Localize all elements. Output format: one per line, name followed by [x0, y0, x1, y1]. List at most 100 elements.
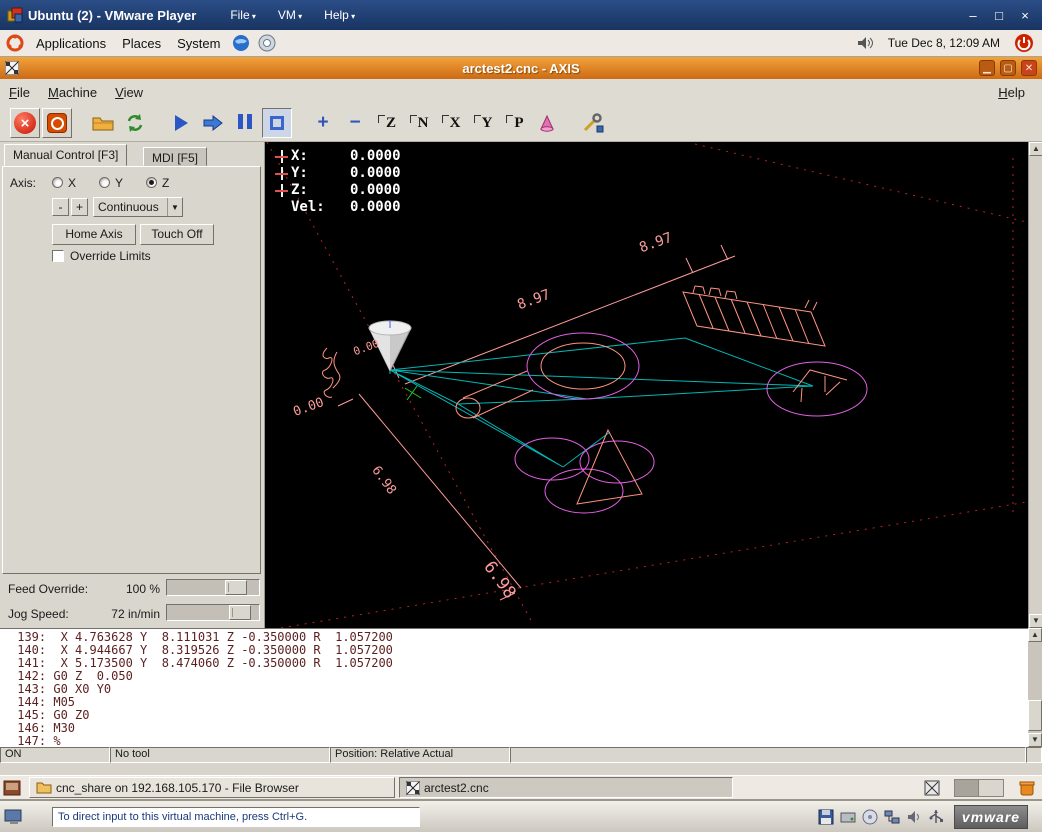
zoom-out-button[interactable]: [340, 108, 370, 138]
override-limits-checkbox[interactable]: [52, 250, 64, 262]
gcode-line[interactable]: 145: G0 Z0: [10, 709, 1028, 722]
scroll-down-icon[interactable]: [1029, 614, 1042, 628]
axis-window: arctest2.cnc - AXIS ▁ ▢ ✕ File Machine V…: [0, 57, 1042, 763]
run-program-button[interactable]: [166, 108, 196, 138]
preview-scrollbar[interactable]: [1028, 142, 1042, 628]
jog-speed-slider-handle[interactable]: [229, 605, 251, 620]
scroll-up-icon[interactable]: [1028, 628, 1042, 642]
axis-crosshair-icon: [275, 184, 288, 197]
view-side-button[interactable]: X: [436, 108, 466, 138]
rapid-move-lines: [389, 337, 814, 468]
axis-minimize-icon[interactable]: ▁: [979, 60, 995, 76]
view-perspective-button[interactable]: P: [500, 108, 530, 138]
usb-icon[interactable]: [928, 809, 944, 825]
logout-power-icon[interactable]: [1014, 33, 1034, 53]
gnome-menu-places[interactable]: Places: [114, 32, 169, 55]
view-rotated-top-button[interactable]: N: [404, 108, 434, 138]
panel-clock[interactable]: Tue Dec 8, 12:09 AM: [888, 36, 1000, 50]
gnome-menu-applications[interactable]: Applications: [28, 32, 114, 55]
stop-icon: [270, 116, 284, 130]
resize-grip[interactable]: [1026, 747, 1042, 763]
view-front-button[interactable]: Y: [468, 108, 498, 138]
jog-minus-button[interactable]: -: [52, 198, 69, 216]
jog-speed-slider[interactable]: [166, 604, 260, 621]
network-icon[interactable]: [884, 809, 900, 825]
axis-menu-file[interactable]: File: [0, 80, 39, 105]
gcode-line[interactable]: 146: M30: [10, 722, 1028, 735]
scrollbar-thumb[interactable]: [1028, 700, 1042, 731]
jog-mode-dropdown[interactable]: Continuous: [93, 197, 183, 217]
axis-menubar: File Machine View Help: [0, 79, 1042, 105]
axis-titlebar[interactable]: arctest2.cnc - AXIS ▁ ▢ ✕: [0, 57, 1042, 79]
axis-app-icon: [5, 61, 19, 75]
vmware-menu-help[interactable]: Help: [316, 5, 363, 25]
workspace-switcher[interactable]: [954, 778, 1004, 797]
axis-menu-view[interactable]: View: [106, 80, 152, 105]
reload-file-button[interactable]: [120, 108, 150, 138]
help-launcher-icon[interactable]: [258, 34, 276, 52]
view-top-button[interactable]: Z: [372, 108, 402, 138]
axis-menu-machine[interactable]: Machine: [39, 80, 106, 105]
workspace-2[interactable]: [979, 779, 1003, 796]
taskbar-window-axis[interactable]: arctest2.cnc: [399, 777, 733, 798]
radio-axis-z[interactable]: [146, 177, 157, 188]
gcode-line[interactable]: 143: G0 X0 Y0: [10, 683, 1028, 696]
gcode-scrollbar[interactable]: [1028, 628, 1042, 747]
scroll-up-icon[interactable]: [1029, 142, 1042, 156]
touch-off-button[interactable]: Touch Off: [140, 224, 214, 245]
browser-launcher-icon[interactable]: [232, 34, 250, 52]
dro-z-row: Z: 0.0000: [275, 182, 401, 199]
zoom-in-button[interactable]: [308, 108, 338, 138]
tab-manual-control[interactable]: Manual Control [F3]: [4, 144, 128, 166]
radio-axis-y[interactable]: [99, 177, 110, 188]
home-axis-button[interactable]: Home Axis: [52, 224, 136, 245]
ubuntu-logo-icon[interactable]: [6, 34, 24, 52]
floppy-icon[interactable]: [818, 809, 834, 825]
gcode-line[interactable]: 142: G0 Z 0.050: [10, 670, 1028, 683]
vmware-menu-file[interactable]: File: [222, 5, 264, 25]
trash-icon[interactable]: [1018, 779, 1036, 797]
show-desktop-icon[interactable]: [3, 779, 21, 797]
axis-close-icon[interactable]: ✕: [1021, 60, 1037, 76]
sound-icon[interactable]: [906, 809, 922, 825]
vmware-close-icon[interactable]: ×: [1016, 6, 1034, 24]
cdrom-icon[interactable]: [862, 809, 878, 825]
taskbar-window-filebrowser[interactable]: cnc_share on 192.168.105.170 - File Brow…: [29, 777, 395, 798]
workspace-1[interactable]: [955, 779, 979, 796]
open-file-button[interactable]: [88, 108, 118, 138]
pause-program-button[interactable]: [230, 108, 260, 138]
preview-area[interactable]: X: 0.0000 Y: 0.0000 Z: 0.0000 Vel: 0.0000 8.…: [265, 141, 1028, 629]
jog-plus-button[interactable]: +: [71, 198, 88, 216]
rotate-view-button[interactable]: [532, 108, 562, 138]
harddisk-icon[interactable]: [840, 809, 856, 825]
tray-axis-icon[interactable]: [924, 780, 940, 796]
estop-button[interactable]: [10, 108, 40, 138]
axis-menu-help[interactable]: Help: [989, 80, 1034, 105]
radio-axis-y-label: Y: [115, 176, 124, 190]
tab-mdi[interactable]: MDI [F5]: [143, 147, 208, 166]
stop-program-button[interactable]: [262, 108, 292, 138]
vmware-bottom-bar: To direct input to this virtual machine,…: [0, 800, 1042, 832]
gcode-listing[interactable]: 139: X 4.763628 Y 8.111031 Z -0.350000 R…: [0, 628, 1028, 748]
step-program-button[interactable]: [198, 108, 228, 138]
axis-maximize-icon[interactable]: ▢: [1000, 60, 1016, 76]
vmware-maximize-icon[interactable]: □: [990, 6, 1008, 24]
vmware-minimize-icon[interactable]: –: [964, 6, 982, 24]
tool-touchoff-button[interactable]: [578, 108, 608, 138]
reload-icon: [127, 114, 143, 132]
scroll-down-icon[interactable]: [1028, 733, 1042, 747]
vmware-menu-vm[interactable]: VM: [270, 5, 310, 25]
feed-override-slider-handle[interactable]: [225, 580, 247, 595]
feed-override-slider[interactable]: [166, 579, 260, 596]
volume-icon[interactable]: [856, 35, 874, 51]
taskbar-window-label: arctest2.cnc: [424, 780, 489, 795]
gcode-line[interactable]: 141: X 5.173500 Y 8.474060 Z -0.350000 R…: [10, 657, 1028, 670]
vm-screen-icon[interactable]: [4, 809, 22, 825]
status-tool: No tool: [110, 747, 330, 763]
vmware-titlebar: Ubuntu (2) - VMware Player File VM Help …: [0, 0, 1042, 30]
gcode-line[interactable]: 144: M05: [10, 696, 1028, 709]
machine-power-button[interactable]: [42, 108, 72, 138]
gnome-menu-system[interactable]: System: [169, 32, 228, 55]
radio-axis-x[interactable]: [52, 177, 63, 188]
override-limits-label: Override Limits: [70, 249, 151, 263]
